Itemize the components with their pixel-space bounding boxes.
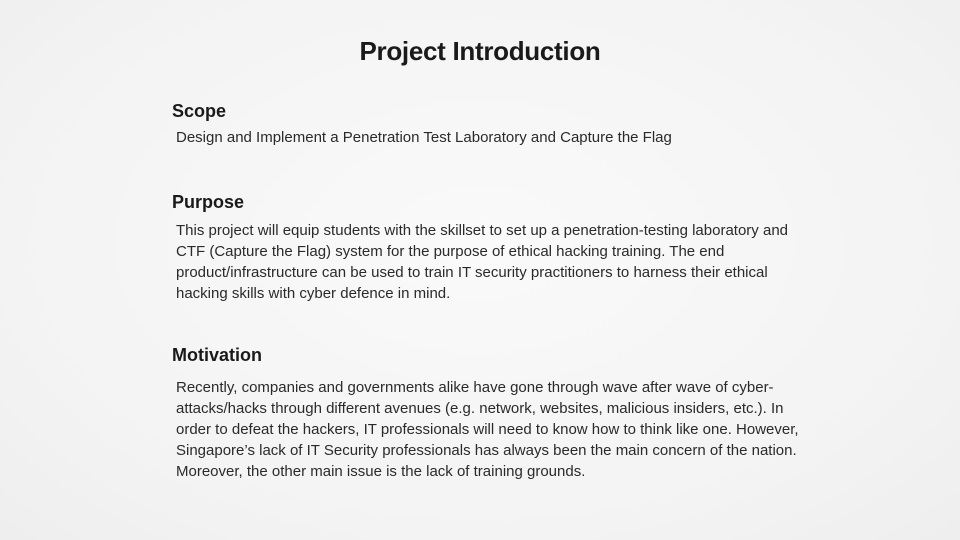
section-heading-motivation: Motivation [172, 345, 262, 365]
section-heading-purpose: Purpose [172, 192, 245, 212]
section-text-purpose: This project will equip students with th… [176, 222, 788, 302]
section-heading-scope: Scope [172, 101, 227, 121]
section-text-motivation: Recently, companies and governments alik… [176, 379, 799, 480]
slide-title: Project Introduction [359, 36, 601, 66]
slide: Project Introduction Scope Design and Im… [0, 0, 960, 540]
section-text-scope: Design and Implement a Penetration Test … [176, 129, 672, 146]
